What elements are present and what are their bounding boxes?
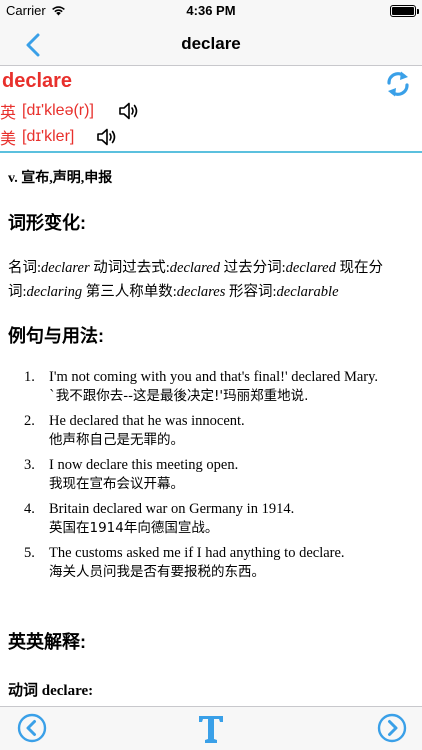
- headword: declare: [2, 70, 73, 92]
- example-english: He declared that he was innocent.: [49, 413, 245, 429]
- word-header: declare 英 [dɪ'kleə(r)] 美 [dɪ'kler]: [0, 66, 422, 153]
- form-label: 过去分词:: [223, 260, 286, 276]
- example-number: 1.: [24, 369, 35, 385]
- previous-circle-icon[interactable]: [17, 713, 47, 743]
- status-time: 4:36 PM: [186, 3, 236, 18]
- form-label: 形容词:: [228, 284, 277, 300]
- definition-content: v. 宣布,声明,申报 词形变化: 名词:declarer 动词过去式:decl…: [0, 155, 422, 706]
- example-english: I'm not coming with you and that's final…: [49, 369, 379, 385]
- us-label: 美: [0, 131, 17, 148]
- form-value: declarable: [276, 284, 339, 300]
- speaker-icon[interactable]: [118, 101, 140, 121]
- us-pronunciation: 美 [dɪ'kler]: [0, 125, 118, 149]
- battery-icon: [390, 5, 419, 17]
- form-value: declared: [169, 260, 220, 276]
- forms-section-title: 词形变化:: [8, 213, 86, 233]
- form-value: declarer: [41, 260, 90, 276]
- uk-label: 英: [0, 105, 17, 122]
- refresh-icon[interactable]: [386, 70, 410, 98]
- example-number: 5.: [24, 545, 35, 561]
- next-circle-icon[interactable]: [377, 713, 407, 743]
- form-label: 动词过去式:: [93, 260, 170, 276]
- definition-heading: 动词 declare:: [8, 683, 94, 699]
- examples-section-title: 例句与用法:: [8, 326, 104, 346]
- text-size-icon[interactable]: [198, 710, 224, 746]
- uk-pronunciation: 英 [dɪ'kleə(r)]: [0, 99, 140, 123]
- example-item: 1. I'm not coming with you and that's fi…: [24, 368, 414, 406]
- example-chinese: 他声称自己是无罪的。: [49, 432, 184, 448]
- example-chinese: `我不跟你去--这是最後决定!'玛丽郑重地说.: [49, 388, 309, 404]
- uk-phonetic: [dɪ'kleə(r)]: [22, 102, 94, 119]
- form-value: declares: [176, 284, 226, 300]
- status-bar: Carrier 4:36 PM: [0, 0, 422, 22]
- example-english: Britain declared war on Germany in 1914.: [49, 501, 295, 517]
- example-chinese: 英国在1914年向德国宣战。: [49, 520, 219, 536]
- page-title: declare: [181, 34, 241, 53]
- examples-list: 1. I'm not coming with you and that's fi…: [24, 368, 414, 588]
- speaker-icon[interactable]: [96, 127, 118, 147]
- bottom-toolbar: [0, 706, 422, 750]
- example-item: 5. The customs asked me if I had anythin…: [24, 544, 414, 582]
- example-english: I now declare this meeting open.: [49, 457, 239, 473]
- definitions-section-title: 英英解释:: [8, 632, 86, 652]
- navigation-bar: declare: [0, 22, 422, 66]
- example-number: 2.: [24, 413, 35, 429]
- example-chinese: 我现在宣布会议开幕。: [49, 476, 184, 492]
- form-label: 名词:: [8, 260, 42, 276]
- example-number: 3.: [24, 457, 35, 473]
- example-chinese: 海关人员问我是否有要报税的东西。: [49, 564, 265, 580]
- example-item: 4. Britain declared war on Germany in 19…: [24, 500, 414, 538]
- form-value: declaring: [26, 284, 83, 300]
- example-number: 4.: [24, 501, 35, 517]
- example-item: 2. He declared that he was innocent. 他声称…: [24, 412, 414, 450]
- word-forms: 名词:declarer 动词过去式:declared 过去分词:declared…: [8, 256, 416, 304]
- example-english: The customs asked me if I had anything t…: [49, 545, 345, 561]
- us-phonetic: [dɪ'kler]: [22, 128, 75, 145]
- form-value: declared: [285, 260, 336, 276]
- part-of-speech: v. 宣布,声明,申报: [8, 171, 113, 186]
- example-item: 3. I now declare this meeting open. 我现在宣…: [24, 456, 414, 494]
- form-label: 第三人称单数:: [85, 284, 177, 300]
